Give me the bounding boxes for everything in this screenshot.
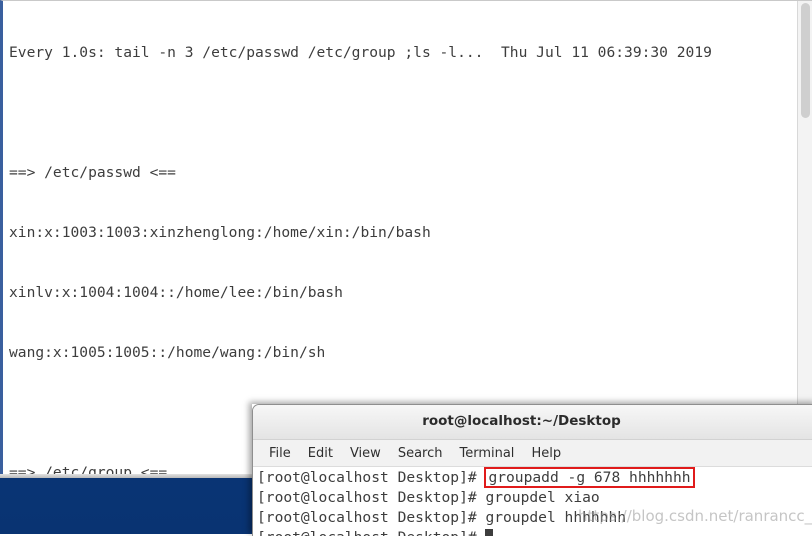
- terminal-output-area[interactable]: [root@localhost Desktop]# groupadd -g 67…: [253, 467, 812, 536]
- terminal-window[interactable]: root@localhost:~/Desktop File Edit View …: [252, 404, 812, 536]
- shell-prompt: [root@localhost Desktop]#: [257, 529, 485, 536]
- terminal-window-title: root@localhost:~/Desktop: [422, 413, 621, 429]
- terminal-line-current: [root@localhost Desktop]#: [257, 528, 812, 536]
- highlighted-command: groupadd -g 678 hhhhhhh: [484, 467, 695, 488]
- terminal-line: [root@localhost Desktop]# groupdel hhhhh…: [257, 508, 812, 528]
- menu-item-edit[interactable]: Edit: [308, 446, 333, 461]
- watch-line: xinlv:x:1004:1004::/home/lee:/bin/bash: [9, 284, 343, 301]
- shell-command: groupdel hhhhhhh: [485, 509, 627, 526]
- terminal-line: [root@localhost Desktop]# groupadd -g 67…: [257, 467, 812, 488]
- shell-prompt: [root@localhost Desktop]#: [257, 489, 486, 506]
- watch-line: ==> /etc/passwd <==: [9, 164, 176, 181]
- terminal-cursor: [485, 529, 494, 536]
- terminal-frame: root@localhost:~/Desktop File Edit View …: [252, 404, 812, 536]
- watch-line: xin:x:1003:1003:xinzhenglong:/home/xin:/…: [9, 224, 431, 241]
- watch-line: wang:x:1005:1005::/home/wang:/bin/sh: [9, 344, 326, 361]
- menu-item-file[interactable]: File: [269, 446, 291, 461]
- watch-line: [9, 103, 799, 123]
- shell-prompt: [root@localhost Desktop]#: [257, 509, 486, 526]
- menu-item-search[interactable]: Search: [398, 446, 443, 461]
- scrollbar-thumb[interactable]: [801, 3, 810, 118]
- terminal-menubar[interactable]: File Edit View Search Terminal Help: [253, 440, 812, 467]
- menu-item-view[interactable]: View: [350, 446, 381, 461]
- shell-prompt: [root@localhost Desktop]#: [257, 469, 486, 486]
- menu-item-terminal[interactable]: Terminal: [459, 446, 514, 461]
- terminal-titlebar[interactable]: root@localhost:~/Desktop: [253, 405, 812, 440]
- shell-command: groupdel xiao: [485, 489, 600, 506]
- watch-header-line: Every 1.0s: tail -n 3 /etc/passwd /etc/g…: [9, 44, 712, 61]
- terminal-line: [root@localhost Desktop]# groupdel xiao: [257, 488, 812, 508]
- menu-item-help[interactable]: Help: [531, 446, 561, 461]
